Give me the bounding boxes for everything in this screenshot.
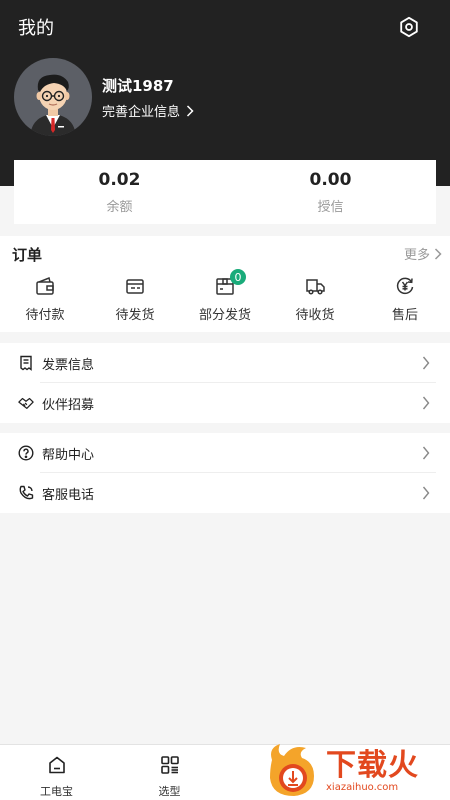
invoice-icon (18, 355, 34, 371)
balance-value: 0.02 (98, 169, 141, 190)
balance-item[interactable]: 0.02 余额 (14, 160, 225, 224)
order-pending-shipment[interactable]: 待发货 (90, 274, 180, 323)
profile-header: 我的 测试1987 完善企业信息 (0, 0, 450, 186)
menu-group-business: 发票信息 伙伴招募 (0, 343, 450, 423)
flame-logo-icon (270, 744, 314, 796)
orders-more-link[interactable]: 更多 (404, 244, 442, 263)
help-icon (18, 445, 34, 461)
user-name: 测试1987 (102, 77, 174, 95)
tab-home[interactable]: 工电宝 (0, 745, 113, 800)
credit-label: 授信 (317, 199, 344, 215)
phone-icon (18, 485, 34, 501)
chevron-right-icon (422, 486, 430, 500)
tab-label: 选型 (158, 785, 181, 798)
chevron-right-icon (422, 446, 430, 460)
menu-item-help-center[interactable]: 帮助中心 (0, 433, 450, 473)
company-link-label: 完善企业信息 (102, 105, 181, 120)
grid-icon (160, 755, 180, 779)
menu-label: 伙伴招募 (42, 397, 95, 413)
chevron-right-icon (422, 396, 430, 410)
order-label: 待付款 (25, 308, 65, 323)
order-label: 部分发货 (198, 308, 251, 323)
tab-selection[interactable]: 选型 (113, 745, 226, 800)
balance-label: 余额 (106, 199, 133, 215)
menu-label: 帮助中心 (42, 447, 95, 463)
delivery-truck-icon (303, 274, 327, 298)
settings-icon[interactable] (396, 14, 422, 40)
order-pending-payment[interactable]: 待付款 (0, 274, 90, 323)
credit-value: 0.00 (309, 169, 352, 190)
balance-card: 0.02 余额 0.00 授信 (14, 160, 436, 224)
menu-label: 客服电话 (42, 487, 95, 503)
menu-item-invoice[interactable]: 发票信息 (0, 343, 450, 383)
order-partial-shipment[interactable]: 0 部分发货 (180, 269, 270, 323)
chevron-right-icon (434, 247, 442, 260)
watermark-url: xiazaihuo.com (326, 781, 399, 793)
menu-item-customer-service-phone[interactable]: 客服电话 (0, 473, 450, 513)
order-label: 待收货 (295, 308, 335, 323)
wallet-icon (33, 274, 57, 298)
home-icon (47, 755, 67, 779)
order-after-sales[interactable]: 售后 (360, 274, 450, 323)
chevron-right-icon (422, 356, 430, 370)
complete-company-info-link[interactable]: 完善企业信息 (102, 101, 194, 120)
order-count-badge: 0 (230, 269, 246, 285)
page-title: 我的 (18, 18, 54, 39)
orders-section: 订单 更多 待付款 待发货 0 部分发货 待收货 售后 (0, 236, 450, 332)
menu-item-partner-recruit[interactable]: 伙伴招募 (0, 383, 450, 423)
order-label: 售后 (391, 308, 418, 323)
avatar[interactable] (14, 58, 92, 136)
tab-label: 工电宝 (40, 785, 73, 798)
menu-group-support: 帮助中心 客服电话 (0, 433, 450, 513)
yen-refund-icon (393, 274, 417, 298)
chevron-right-icon (186, 104, 194, 117)
order-label: 待发货 (115, 308, 155, 323)
pending-shipment-icon (123, 274, 147, 298)
watermark-logo: 下载火 xiazaihuo.com (262, 740, 450, 800)
menu-label: 发票信息 (42, 357, 95, 373)
orders-title: 订单 (12, 246, 43, 264)
order-pending-receipt[interactable]: 待收货 (270, 274, 360, 323)
credit-item[interactable]: 0.00 授信 (225, 160, 436, 224)
watermark-text: 下载火 (326, 747, 419, 783)
orders-more-label: 更多 (403, 248, 430, 263)
handshake-icon (18, 395, 34, 411)
